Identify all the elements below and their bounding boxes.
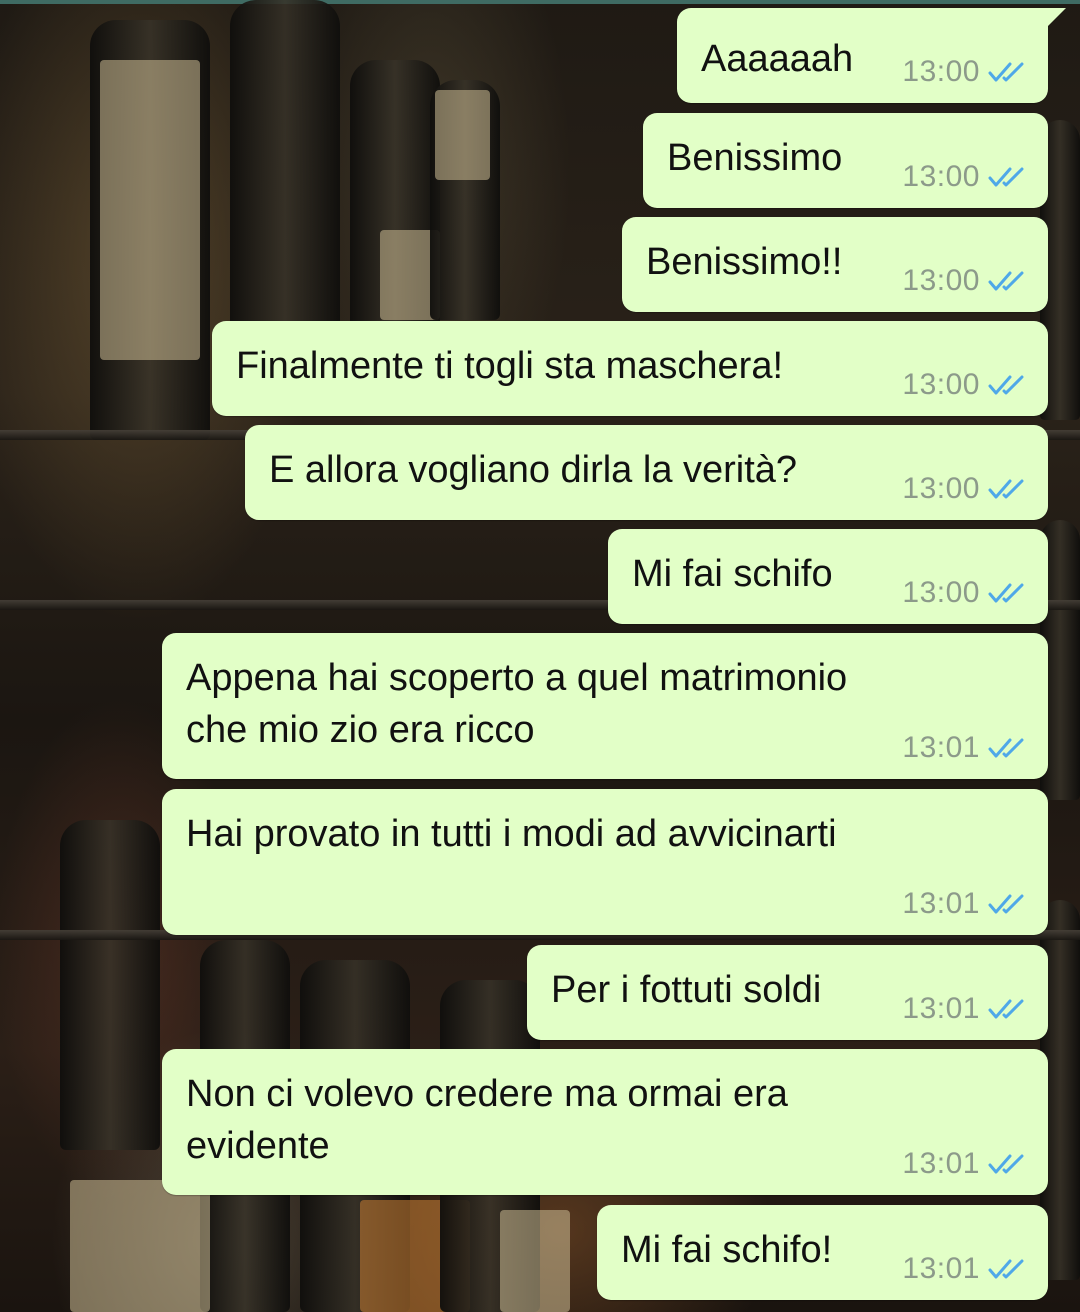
double-check-icon	[988, 583, 1024, 603]
double-check-icon	[988, 271, 1024, 291]
message-time: 13:00	[902, 264, 980, 297]
message-list[interactable]: Aaaaaah 13:00 Benissimo 13:00 Benissimo!…	[0, 0, 1080, 1312]
double-check-icon	[988, 167, 1024, 187]
message-time: 13:01	[902, 887, 980, 920]
message-time: 13:01	[902, 731, 980, 764]
message-text: E allora vogliano dirla la verità?	[269, 449, 798, 491]
message-bubble-outgoing[interactable]: Mi fai schifo! 13:01	[597, 1205, 1048, 1300]
message-meta: 13:00	[902, 472, 1028, 506]
message-meta: 13:01	[902, 731, 1028, 765]
double-check-icon	[988, 1259, 1024, 1279]
message-bubble-outgoing[interactable]: Per i fottuti soldi 13:01	[527, 945, 1048, 1040]
double-check-icon	[988, 479, 1024, 499]
message-text: Per i fottuti soldi	[551, 969, 822, 1011]
message-text: Mi fai schifo	[632, 553, 833, 595]
message-time: 13:00	[902, 55, 980, 88]
message-time: 13:01	[902, 992, 980, 1025]
message-meta: 13:01	[902, 1252, 1028, 1286]
message-bubble-outgoing[interactable]: Hai provato in tutti i modi ad avvicinar…	[162, 789, 1048, 935]
message-text-line-2: che mio zio era ricco	[186, 709, 535, 751]
message-bubble-outgoing[interactable]: Finalmente ti togli sta maschera! 13:00	[212, 321, 1048, 416]
message-time: 13:01	[902, 1252, 980, 1285]
double-check-icon	[988, 62, 1024, 82]
message-time: 13:00	[902, 472, 980, 505]
message-meta: 13:00	[902, 55, 1028, 89]
message-text: Aaaaaah	[701, 38, 854, 80]
message-meta: 13:00	[902, 264, 1028, 298]
message-bubble-outgoing[interactable]: Benissimo!! 13:00	[622, 217, 1048, 312]
message-text: Hai provato in tutti i modi ad avvicinar…	[186, 813, 837, 855]
message-time: 13:00	[902, 368, 980, 401]
message-bubble-outgoing[interactable]: Aaaaaah 13:00	[677, 8, 1066, 103]
double-check-icon	[988, 1154, 1024, 1174]
message-meta: 13:00	[902, 160, 1028, 194]
message-text: Non ci volevo credere ma ormai era	[186, 1073, 788, 1115]
message-text-line-2: evidente	[186, 1125, 330, 1167]
double-check-icon	[988, 894, 1024, 914]
bubble-tail	[1046, 8, 1066, 28]
message-bubble-outgoing[interactable]: Appena hai scoperto a quel matrimonio ch…	[162, 633, 1048, 779]
message-meta: 13:01	[902, 992, 1028, 1026]
message-meta: 13:01	[902, 1147, 1028, 1181]
message-meta: 13:00	[902, 576, 1028, 610]
double-check-icon	[988, 375, 1024, 395]
message-meta: 13:01	[902, 887, 1028, 921]
message-bubble-outgoing[interactable]: E allora vogliano dirla la verità? 13:00	[245, 425, 1048, 520]
message-bubble-outgoing[interactable]: Mi fai schifo 13:00	[608, 529, 1048, 624]
message-text: Benissimo!!	[646, 241, 843, 283]
message-time: 13:00	[902, 576, 980, 609]
message-text: Benissimo	[667, 137, 843, 179]
message-text: Appena hai scoperto a quel matrimonio	[186, 657, 848, 699]
message-meta: 13:00	[902, 368, 1028, 402]
message-text: Finalmente ti togli sta maschera!	[236, 345, 784, 387]
message-text: Mi fai schifo!	[621, 1229, 833, 1271]
message-bubble-outgoing[interactable]: Non ci volevo credere ma ormai era evide…	[162, 1049, 1048, 1195]
double-check-icon	[988, 999, 1024, 1019]
message-bubble-outgoing[interactable]: Benissimo 13:00	[643, 113, 1048, 208]
message-time: 13:00	[902, 160, 980, 193]
double-check-icon	[988, 738, 1024, 758]
message-time: 13:01	[902, 1147, 980, 1180]
